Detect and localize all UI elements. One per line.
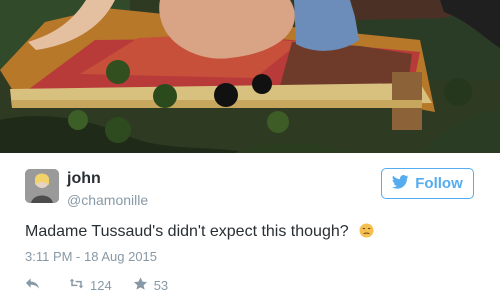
tweet-text-line: Madame Tussaud's didn't expect this thou… (25, 223, 374, 241)
follow-label: Follow (415, 175, 463, 192)
tweet-timestamp[interactable]: 3:11 PM - 18 Aug 2015 (25, 249, 157, 264)
display-name[interactable]: john (67, 170, 101, 188)
tweet-actions: 124 53 (25, 276, 168, 294)
retweet-icon (69, 276, 84, 294)
tweet-card: john @chamonille Follow Madame Tussaud's… (0, 153, 500, 300)
reply-icon (25, 276, 41, 294)
retweet-button[interactable]: 124 (69, 276, 112, 294)
favorite-button[interactable]: 53 (133, 276, 168, 294)
favorite-count: 53 (153, 277, 169, 293)
avatar[interactable] (25, 169, 59, 203)
retweet-count: 124 (90, 277, 112, 293)
twitter-bird-icon (392, 174, 409, 193)
star-icon (133, 276, 148, 294)
follow-button[interactable]: Follow (381, 168, 474, 199)
reply-button[interactable] (25, 276, 41, 294)
unamused-face-emoji (359, 223, 374, 238)
tweet-photo[interactable] (0, 0, 500, 153)
tweet-text: Madame Tussaud's didn't expect this thou… (25, 223, 349, 240)
user-handle[interactable]: @chamonille (67, 192, 148, 208)
